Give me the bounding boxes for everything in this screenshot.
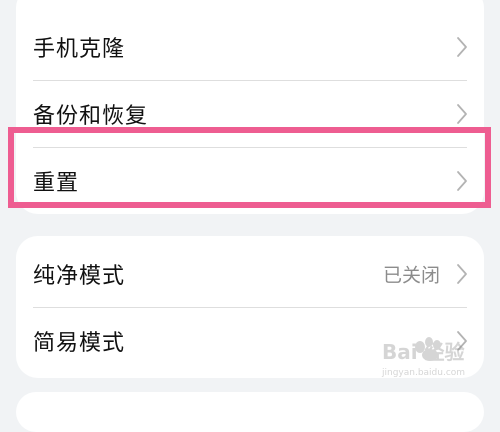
chevron-right-icon (457, 104, 467, 124)
phone-clone-item[interactable]: 手机克隆 (16, 14, 484, 80)
pure-mode-label: 纯净模式 (33, 264, 126, 289)
pure-mode-status: 已关闭 (382, 264, 440, 287)
reset-item[interactable]: 重置 (16, 148, 484, 214)
chevron-right-icon (457, 264, 467, 284)
chevron-right-icon (457, 37, 467, 57)
chevron-right-icon (457, 171, 467, 191)
watermark-url: jingyan.baidu.com (381, 368, 465, 378)
watermark-text: Bai 经验 (382, 340, 465, 364)
settings-group-3 (16, 392, 484, 432)
baidu-jingyan-watermark: Bai 经验 jingyan.baidu.com (381, 337, 465, 378)
simple-mode-label: 简易模式 (33, 331, 126, 356)
reset-label: 重置 (33, 171, 80, 196)
pure-mode-item[interactable]: 纯净模式 已关闭 (16, 241, 484, 307)
settings-group-1: 手机克隆 备份和恢复 重置 (16, 0, 484, 214)
backup-restore-item[interactable]: 备份和恢复 (16, 81, 484, 147)
backup-restore-label: 备份和恢复 (33, 104, 149, 129)
phone-clone-label: 手机克隆 (33, 37, 126, 62)
